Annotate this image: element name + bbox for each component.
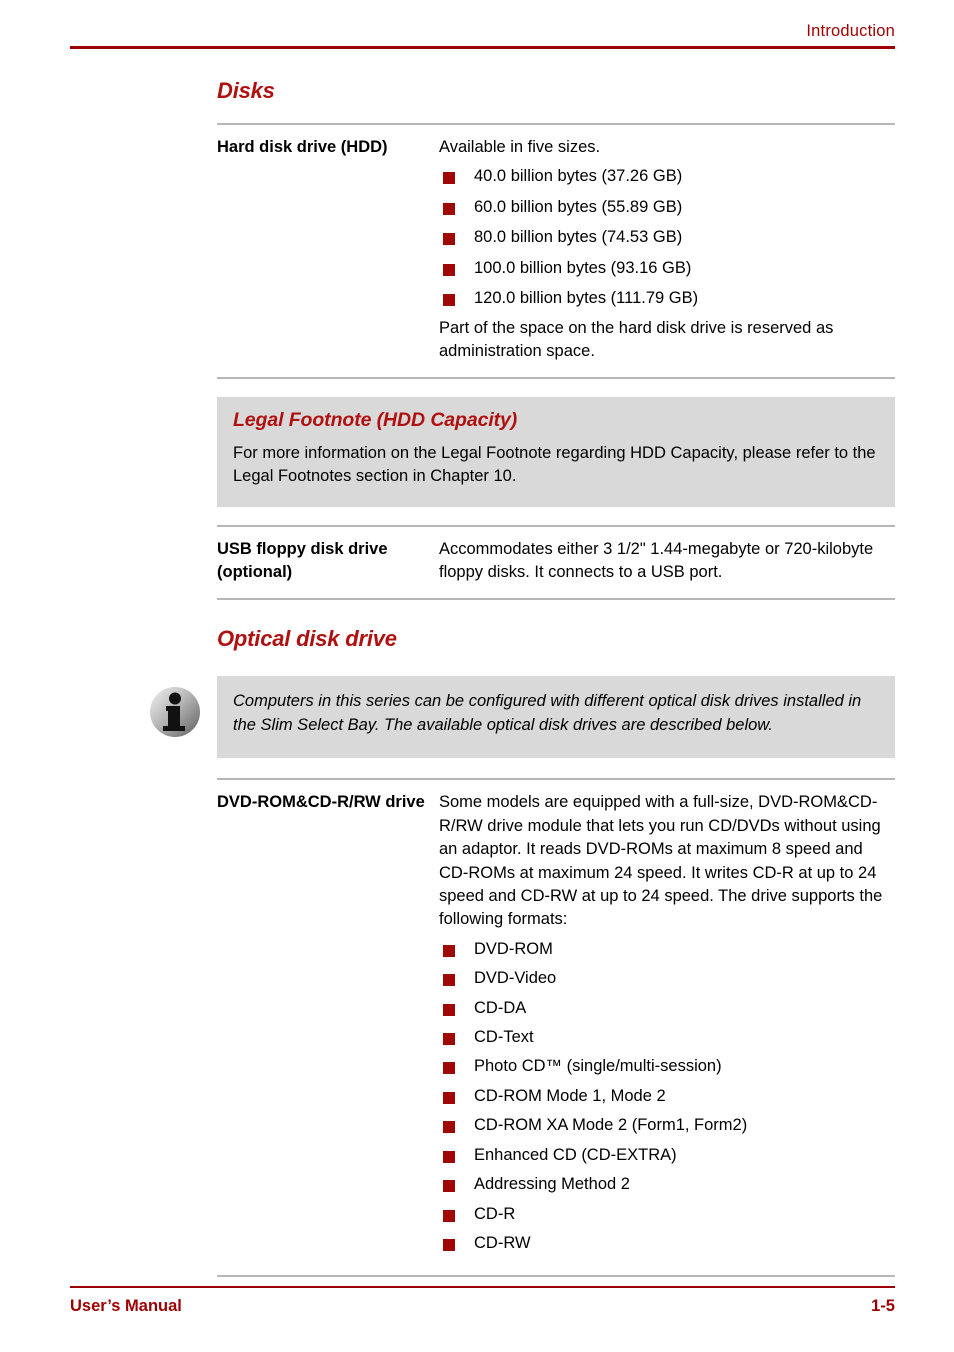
definition-row-dvd-drive: DVD-ROM&CD-R/RW drive Some models are eq… — [217, 780, 895, 1275]
list-item: 60.0 billion bytes (55.89 GB) — [439, 196, 895, 219]
square-bullet-icon — [443, 1209, 455, 1222]
hdd-admin-space-note: Part of the space on the hard disk drive… — [439, 318, 834, 360]
description-usb-floppy: Accommodates either 3 1/2" 1.44-megabyte… — [439, 538, 895, 585]
square-bullet-icon — [443, 1239, 455, 1251]
optical-note-wrapper: Computers in this series can be configur… — [150, 676, 895, 759]
header-divider — [70, 46, 895, 50]
description-hdd: Available in five sizes. 40.0 billion by… — [439, 136, 895, 363]
square-bullet-icon — [443, 263, 455, 276]
info-icon — [149, 686, 201, 738]
list-item-label: Addressing Method 2 — [474, 1175, 630, 1194]
list-item-label: CD-Text — [474, 1028, 534, 1047]
square-bullet-icon — [443, 974, 455, 987]
list-item-label: 100.0 billion bytes (93.16 GB) — [474, 258, 692, 277]
list-item-label: Photo CD™ (single/multi-session) — [474, 1057, 722, 1076]
divider-below-usb-floppy — [217, 598, 895, 601]
square-bullet-icon — [443, 1062, 455, 1075]
list-item-label: 60.0 billion bytes (55.89 GB) — [474, 197, 683, 216]
divider-below-dvd-drive — [217, 1275, 895, 1278]
list-item: CD-ROM XA Mode 2 (Form1, Form2) — [439, 1114, 895, 1137]
list-item: 40.0 billion bytes (37.26 GB) — [439, 165, 895, 188]
list-item-label: Enhanced CD (CD-EXTRA) — [474, 1145, 677, 1164]
square-bullet-icon — [443, 1003, 455, 1016]
list-item-label: CD-RW — [474, 1234, 531, 1252]
list-item-label: DVD-ROM — [474, 939, 553, 958]
list-item: CD-DA — [439, 997, 895, 1020]
footer-manual-label: User’s Manual — [70, 1297, 182, 1315]
list-item-label: 40.0 billion bytes (37.26 GB) — [474, 167, 683, 186]
list-item: 80.0 billion bytes (74.53 GB) — [439, 226, 895, 249]
page-number: 1-5 — [871, 1297, 895, 1315]
square-bullet-icon — [443, 944, 455, 957]
list-item: 100.0 billion bytes (93.16 GB) — [439, 257, 895, 280]
square-bullet-icon — [443, 1121, 455, 1134]
section-heading-disks: Disks — [217, 78, 275, 103]
list-item: Photo CD™ (single/multi-session) — [439, 1055, 895, 1078]
list-item-label: CD-ROM XA Mode 2 (Form1, Form2) — [474, 1116, 748, 1135]
list-item: CD-Text — [439, 1026, 895, 1049]
list-item-label: 80.0 billion bytes (74.53 GB) — [474, 228, 683, 247]
legal-footnote-body: For more information on the Legal Footno… — [233, 444, 876, 486]
legal-footnote-title: Legal Footnote (HDD Capacity) — [233, 409, 518, 432]
footer-divider — [70, 1286, 895, 1288]
divider-below-hdd — [217, 377, 895, 380]
optical-note-text: Computers in this series can be configur… — [233, 692, 862, 735]
hdd-size-list: 40.0 billion bytes (37.26 GB) 60.0 billi… — [439, 165, 895, 310]
optical-note-box: Computers in this series can be configur… — [217, 676, 895, 759]
usb-floppy-text: Accommodates either 3 1/2" 1.44-megabyte… — [439, 539, 874, 581]
square-bullet-icon — [443, 233, 455, 246]
square-bullet-icon — [443, 202, 455, 215]
list-item-label: DVD-Video — [474, 969, 557, 988]
hdd-intro-text: Available in five sizes. — [439, 138, 601, 156]
footer-row: User’s Manual 1-5 — [70, 1297, 895, 1316]
page-header: Introduction — [70, 22, 895, 50]
list-item: DVD-ROM — [439, 938, 895, 961]
definition-row-hdd: Hard disk drive (HDD) Available in five … — [217, 125, 895, 377]
term-dvd-drive: DVD-ROM&CD-R/RW drive — [217, 793, 425, 812]
dvd-format-list: DVD-ROM DVD-Video CD-DA CD-Text Photo CD… — [439, 938, 895, 1256]
list-item-label: 120.0 billion bytes (111.79 GB) — [474, 289, 699, 308]
list-item: Enhanced CD (CD-EXTRA) — [439, 1144, 895, 1167]
dvd-drive-text: Some models are equipped with a full-siz… — [439, 793, 883, 929]
list-item: CD-ROM Mode 1, Mode 2 — [439, 1085, 895, 1108]
list-item-label: CD-DA — [474, 998, 527, 1017]
page-content: Disks Hard disk drive (HDD) Available in… — [150, 78, 895, 1278]
term-usb-floppy: USB floppy disk drive (optional) — [217, 539, 388, 581]
square-bullet-icon — [443, 1091, 455, 1104]
section-heading-optical: Optical disk drive — [217, 626, 397, 652]
list-item-label: CD-ROM Mode 1, Mode 2 — [474, 1086, 666, 1105]
definition-row-usb-floppy: USB floppy disk drive (optional) Accommo… — [217, 527, 895, 599]
list-item: Addressing Method 2 — [439, 1173, 895, 1196]
square-bullet-icon — [443, 172, 455, 185]
square-bullet-icon — [443, 1180, 455, 1193]
list-item: CD-R — [439, 1203, 895, 1226]
document-page: Introduction Disks Hard disk drive (HDD)… — [0, 0, 954, 1352]
term-hdd: Hard disk drive (HDD) — [217, 138, 388, 156]
list-item: CD-RW — [439, 1232, 895, 1255]
square-bullet-icon — [443, 1033, 455, 1046]
chapter-title: Introduction — [806, 22, 895, 40]
legal-footnote-callout: Legal Footnote (HDD Capacity) For more i… — [217, 397, 895, 507]
square-bullet-icon — [443, 294, 455, 307]
list-item: 120.0 billion bytes (111.79 GB) — [439, 287, 895, 310]
list-item-label: CD-R — [474, 1204, 516, 1223]
page-footer: User’s Manual 1-5 — [70, 1286, 895, 1316]
square-bullet-icon — [443, 1150, 455, 1163]
description-dvd-drive: Some models are equipped with a full-siz… — [439, 791, 895, 1261]
list-item: DVD-Video — [439, 967, 895, 990]
